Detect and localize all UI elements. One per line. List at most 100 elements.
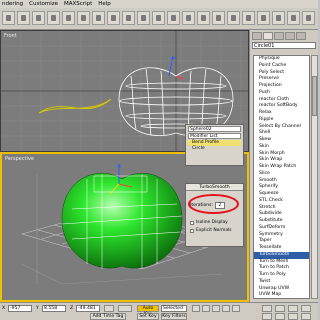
toolbar-button[interactable] [17, 11, 30, 25]
toolbar-button[interactable] [272, 11, 285, 25]
toolbar-button[interactable] [152, 11, 165, 25]
modifier-item[interactable]: reactor SoftBody [254, 103, 309, 110]
modifier-item[interactable]: Shell [254, 130, 309, 137]
arc-rotate-icon[interactable] [288, 313, 298, 320]
z-label: Z [70, 306, 74, 311]
playback-button[interactable] [202, 305, 210, 312]
toolbar-button[interactable] [92, 11, 105, 25]
explicit-normals-row[interactable]: Explicit Normals [190, 228, 232, 233]
toolbar-button[interactable] [197, 11, 210, 25]
menu-customize[interactable]: Customize [29, 1, 58, 7]
playback-button[interactable] [222, 305, 230, 312]
display-tab[interactable] [296, 32, 306, 40]
menu-bar: ndering Customize MAXScript Help [0, 0, 318, 8]
modifier-item[interactable]: Skin [254, 144, 309, 151]
modifier-item[interactable]: Substitute [254, 218, 309, 225]
modifier-list-dropdown[interactable]: Modifier List [188, 133, 241, 139]
playback-button[interactable] [192, 305, 200, 312]
z-coordinate[interactable]: -49.481 [76, 305, 100, 312]
modifier-item[interactable]: Taper [254, 238, 309, 245]
status-bar: X -957 Y 8.558 Z -49.481 Auto Key Select… [0, 302, 318, 320]
toolbar-button[interactable] [257, 11, 270, 25]
menu-rendering[interactable]: ndering [2, 1, 23, 7]
toolbar-button[interactable] [137, 11, 150, 25]
toolbar-button[interactable] [122, 11, 135, 25]
playback-button[interactable] [232, 305, 240, 312]
modifier-item[interactable]: TurboSmooth [254, 251, 309, 259]
menu-maxscript[interactable]: MAXScript [64, 1, 92, 7]
modifier-item[interactable]: Point Cache [254, 63, 309, 70]
pan-icon[interactable] [288, 305, 298, 312]
modifier-item[interactable]: Skin Wrap Patch [254, 164, 309, 171]
toolbar-button[interactable] [212, 11, 225, 25]
toolbar-button[interactable] [302, 11, 315, 25]
modifier-list-scrollbar[interactable] [311, 55, 318, 299]
orbit-icon[interactable] [301, 305, 311, 312]
modifier-item[interactable]: Squeeze [254, 191, 309, 198]
zoom-icon[interactable] [262, 305, 272, 312]
rollout-title[interactable]: TurboSmooth [186, 184, 243, 191]
modifier-item[interactable]: Preserve [254, 76, 309, 83]
zoom-region-icon[interactable] [275, 313, 285, 320]
modifier-item[interactable]: Spherify [254, 184, 309, 191]
toolbar-button[interactable] [227, 11, 240, 25]
scrollbar-thumb[interactable] [312, 76, 317, 116]
toolbar-button[interactable] [62, 11, 75, 25]
stack-item[interactable]: Circle [188, 146, 241, 152]
key-filters-button[interactable]: Key Filters [161, 313, 187, 320]
isoline-display-row[interactable]: Isoline Display [190, 220, 228, 225]
modifier-item[interactable]: Tessellate [254, 245, 309, 252]
selection-dropdown[interactable]: Selected [161, 305, 187, 312]
y-label: Y [36, 306, 39, 311]
frame-button[interactable] [118, 305, 132, 312]
modifier-item[interactable]: Subdivide [254, 211, 309, 218]
toolbar-button[interactable] [182, 11, 195, 25]
toolbar-button[interactable] [2, 11, 15, 25]
x-coordinate[interactable]: -957 [8, 305, 32, 312]
modify-tab[interactable] [263, 32, 273, 40]
modifier-item[interactable]: Ripple [254, 117, 309, 124]
modifier-item[interactable]: Twist [254, 279, 309, 286]
playback-button[interactable] [212, 305, 220, 312]
toolbar-button[interactable] [287, 11, 300, 25]
modifier-item[interactable]: Skin Wrap [254, 157, 309, 164]
toolbar-button[interactable] [242, 11, 255, 25]
zoom-all-icon[interactable] [275, 305, 285, 312]
lock-button[interactable] [104, 305, 114, 312]
maximize-viewport-icon[interactable] [301, 313, 311, 320]
modifier-item[interactable]: Push [254, 90, 309, 97]
modifier-item[interactable]: STL Check [254, 198, 309, 205]
modifier-item[interactable]: Skew [254, 137, 309, 144]
isoline-checkbox[interactable] [190, 220, 194, 225]
y-coordinate[interactable]: 8.558 [42, 305, 66, 312]
modifier-item[interactable]: Slice [254, 171, 309, 178]
toolbar-button[interactable] [47, 11, 60, 25]
object-name-field[interactable]: Sphere02 [188, 126, 241, 132]
motion-tab[interactable] [285, 32, 295, 40]
modifier-item[interactable]: SurfDeform [254, 225, 309, 232]
modifier-item[interactable]: Relax [254, 110, 309, 117]
modifier-item[interactable]: Physique [254, 56, 309, 63]
modifier-list[interactable]: Physique Point Cache Poly Select Preserve Pr… [253, 55, 310, 299]
menu-help[interactable]: Help [98, 1, 111, 7]
field-of-view-icon[interactable] [262, 313, 272, 320]
set-key-button[interactable]: Set Key [137, 313, 159, 320]
red-highlight-circle [188, 194, 239, 214]
explicit-normals-checkbox[interactable] [190, 228, 194, 233]
toolbar-button[interactable] [107, 11, 120, 25]
hierarchy-tab[interactable] [274, 32, 284, 40]
modifier-item[interactable]: Projection [254, 83, 309, 90]
modifier-stack-dialog: Sphere02 Modifier List Bend Profile Circ… [185, 124, 244, 166]
command-panel: Circle01 Physique Point Cache Poly Select P… [249, 30, 318, 302]
toolbar-button[interactable] [32, 11, 45, 25]
create-tab[interactable] [252, 32, 262, 40]
toolbar-button[interactable] [77, 11, 90, 25]
modifier-item[interactable]: UVW Map [254, 292, 309, 298]
turbosmooth-rollout: TurboSmooth Iterations: 2 Isoline Displa… [185, 183, 244, 247]
auto-key-button[interactable]: Auto Key [137, 305, 159, 317]
object-name-field[interactable]: Circle01 [252, 42, 316, 49]
modifier-item[interactable]: Turn to Patch [254, 265, 309, 272]
toolbar-button[interactable] [167, 11, 180, 25]
modifier-item[interactable]: Turn to Poly [254, 272, 309, 279]
add-time-tag-button[interactable]: Add Time Tag [90, 313, 126, 320]
